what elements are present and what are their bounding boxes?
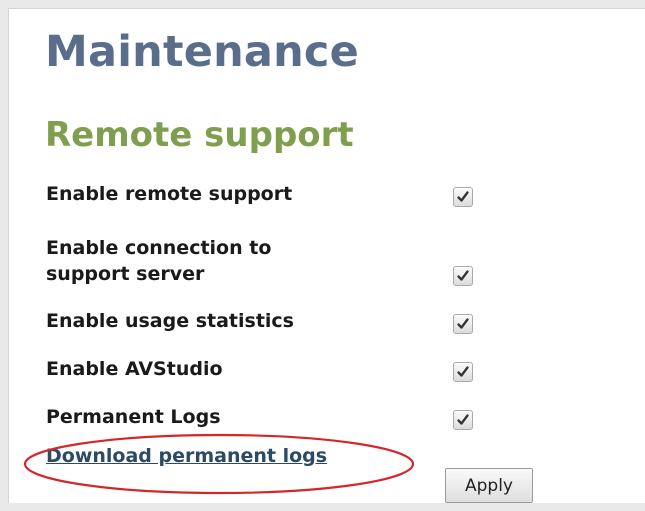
page-title: Maintenance (45, 27, 359, 77)
label-enable-remote-support: Enable remote support (46, 181, 292, 207)
label-enable-usage-statistics: Enable usage statistics (46, 308, 294, 334)
label-line: Enable remote support (46, 183, 293, 205)
apply-button[interactable]: Apply (445, 468, 533, 503)
download-permanent-logs-link[interactable]: Download permanent logs (46, 443, 327, 469)
checkmark-icon (457, 318, 469, 329)
checkbox-permanent-logs[interactable] (453, 410, 473, 430)
checkmark-icon (457, 414, 469, 425)
checkbox-enable-avstudio[interactable] (453, 362, 473, 382)
label-permanent-logs: Permanent Logs (46, 404, 221, 430)
label-line: Enable connection to (46, 237, 272, 259)
checkbox-enable-connection-to-support-server[interactable] (453, 266, 473, 286)
maintenance-panel: Maintenance Remote support Enable remote… (8, 8, 645, 503)
label-line: Enable AVStudio (46, 358, 223, 380)
label-enable-connection-to-support-server: Enable connection to support server (46, 235, 271, 287)
checkbox-enable-usage-statistics[interactable] (453, 314, 473, 334)
checkmark-icon (457, 191, 469, 202)
label-line: Enable usage statistics (46, 310, 294, 332)
section-title-remote-support: Remote support (45, 115, 354, 155)
checkmark-icon (457, 366, 469, 377)
label-line: support server (46, 263, 205, 285)
label-enable-avstudio: Enable AVStudio (46, 356, 223, 382)
label-line: Permanent Logs (46, 406, 221, 428)
checkmark-icon (457, 270, 469, 281)
checkbox-enable-remote-support[interactable] (453, 187, 473, 207)
